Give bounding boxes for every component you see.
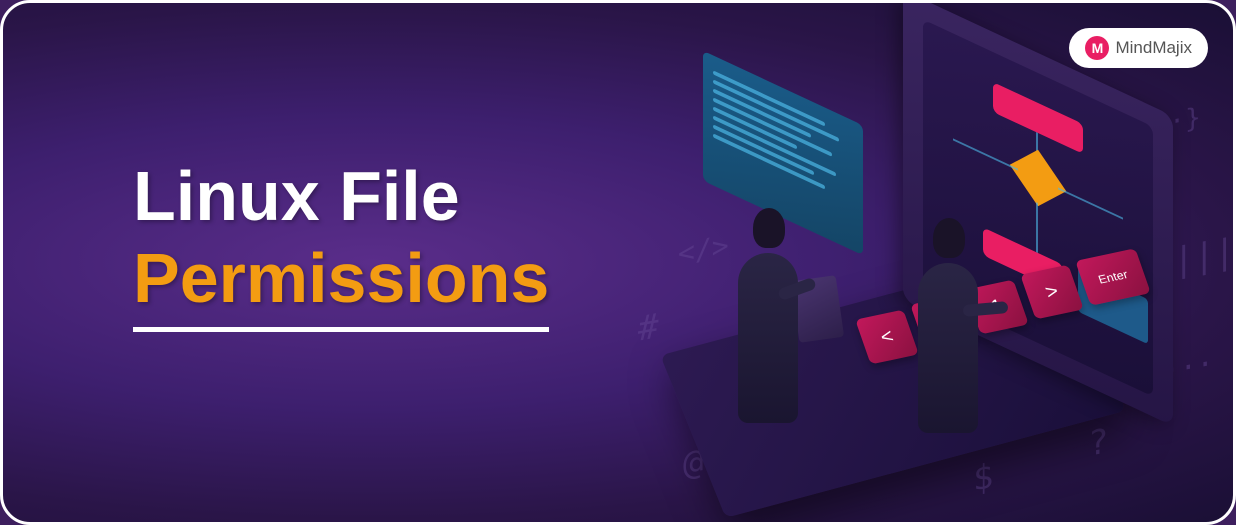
- person-right: [903, 208, 993, 488]
- hero-banner: M MindMajix Linux File Permissions # </>…: [0, 0, 1236, 525]
- hash-icon: #: [638, 306, 658, 350]
- brand-logo-text: MindMajix: [1115, 38, 1192, 58]
- flowchart-node-top: [993, 82, 1083, 154]
- flowchart-decision: [1010, 150, 1067, 207]
- code-tag-icon: </>: [678, 229, 729, 271]
- title-block: Linux File Permissions: [133, 158, 549, 332]
- brand-logo-badge: M MindMajix: [1069, 28, 1208, 68]
- brand-logo-icon: M: [1085, 36, 1109, 60]
- question-icon: ?: [1088, 421, 1108, 465]
- title-line-2: Permissions: [133, 235, 549, 332]
- title-line-1: Linux File: [133, 158, 549, 235]
- person-left: [723, 198, 813, 478]
- illustration: # </> << ✱ @ $ ? {··} |||| ...: [523, 23, 1203, 523]
